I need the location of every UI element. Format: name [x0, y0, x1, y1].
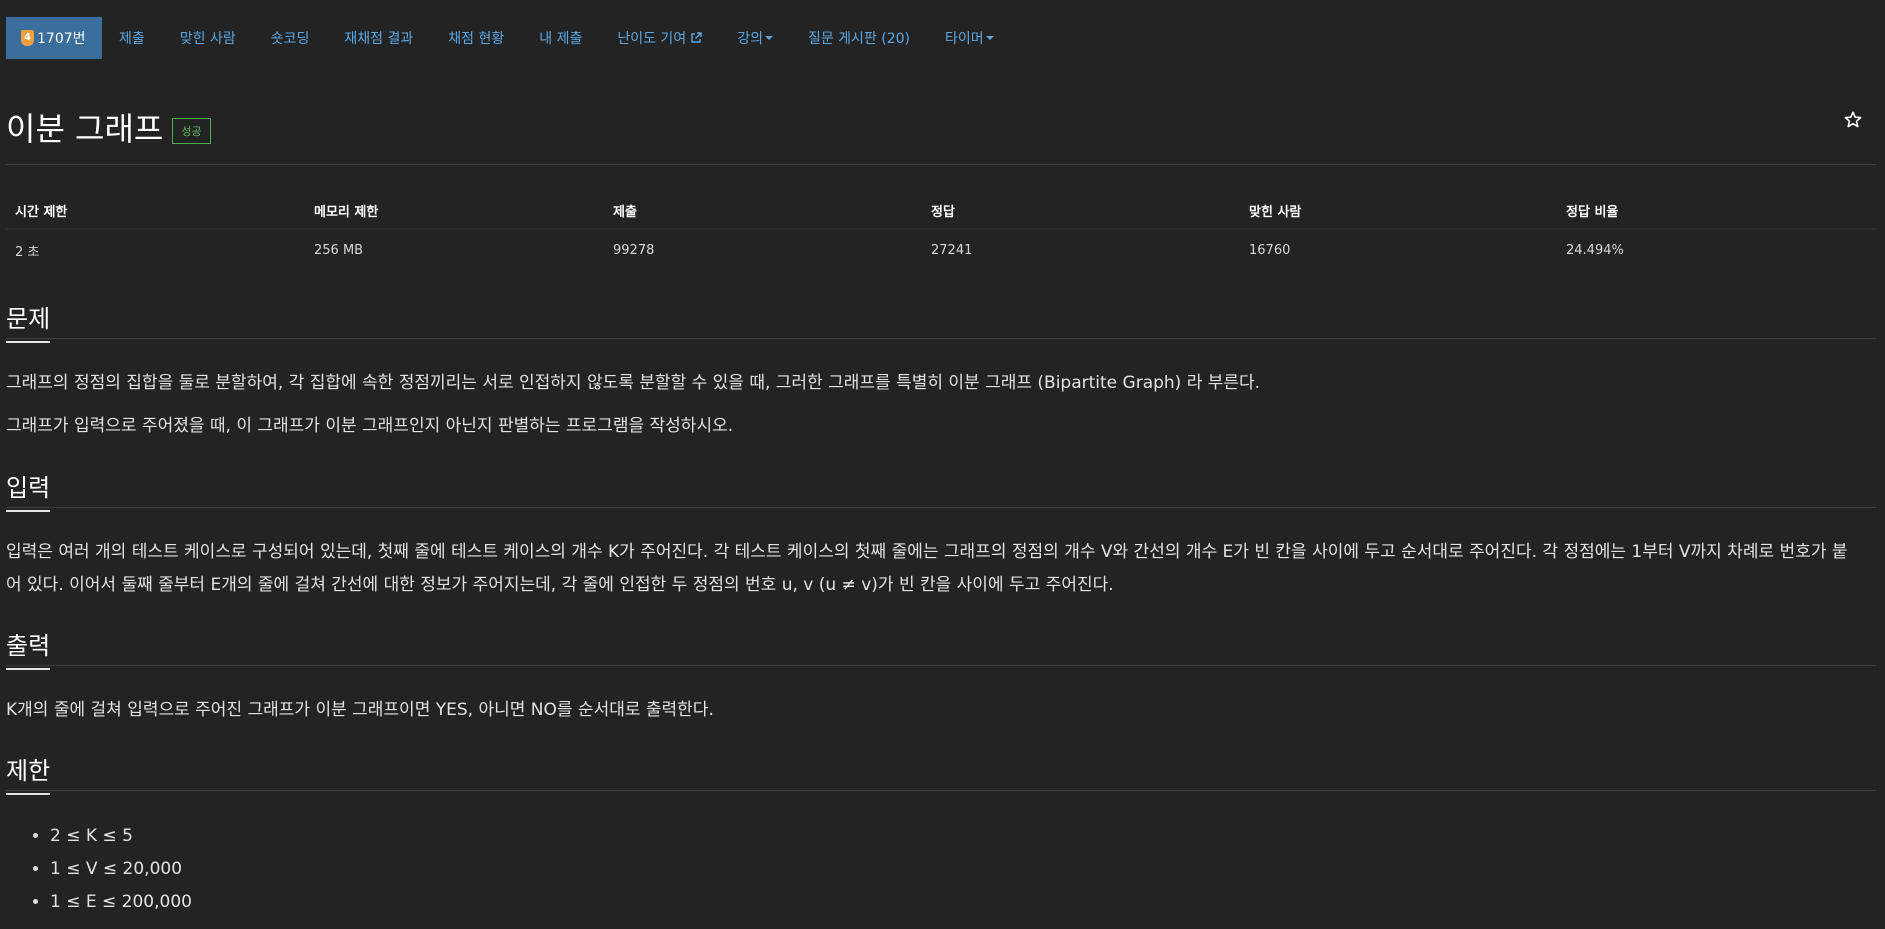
tab-lectures-dropdown[interactable]: 강의	[720, 17, 791, 59]
tab-label: 내 제출	[539, 31, 583, 47]
tab-problem[interactable]: 4 1707번	[6, 17, 102, 59]
input-line: 입력은 여러 개의 테스트 케이스로 구성되어 있는데, 첫째 줄에 테스트 케…	[6, 542, 1848, 562]
time-limit-value: 2 초	[15, 244, 40, 260]
tab-question-board[interactable]: 질문 게시판 (20)	[790, 17, 927, 59]
input-heading: 입력	[6, 468, 51, 512]
accepted-value: 27241	[931, 242, 973, 258]
header-memory-limit: 메모리 제한	[314, 204, 379, 220]
output-paragraph: K개의 줄에 걸쳐 입력으로 주어진 그래프가 이분 그래프이면 YES, 아니…	[6, 700, 714, 720]
star-icon[interactable]	[1843, 110, 1863, 130]
section-title: 입력	[6, 468, 51, 512]
header-time-limit: 시간 제한	[15, 204, 68, 220]
section-title: 출력	[6, 626, 51, 670]
divider	[6, 507, 1876, 508]
list-item: 1 ≤ V ≤ 20,000	[50, 853, 192, 886]
description-paragraph: 그래프의 정점의 집합을 둘로 분할하여, 각 집합에 속한 정점끼리는 서로 …	[6, 373, 1261, 393]
tab-label: 질문 게시판 (20)	[807, 31, 911, 47]
tab-rejudge-results[interactable]: 재채점 결과	[327, 17, 431, 59]
page-title: 이분 그래프	[6, 110, 164, 148]
table-row: 2 초 256 MB 99278 27241 16760 24.494%	[6, 230, 1876, 270]
tab-my-submissions[interactable]: 내 제출	[522, 17, 600, 59]
accept-ratio-value: 24.494%	[1566, 242, 1624, 258]
divider	[6, 164, 1876, 165]
table-header-row: 시간 제한 메모리 제한 제출 정답 맞힌 사람 정답 비율	[6, 192, 1876, 230]
header-submissions: 제출	[613, 204, 637, 220]
list-item: 1 ≤ E ≤ 200,000	[50, 886, 192, 919]
tier-badge-icon: 4	[21, 30, 34, 46]
caret-down-icon	[985, 36, 994, 40]
solved-users-value: 16760	[1249, 242, 1291, 258]
divider	[6, 790, 1876, 791]
description-heading: 문제	[6, 299, 51, 343]
tab-solved-users[interactable]: 맞힌 사람	[162, 17, 253, 59]
problem-info-table: 시간 제한 메모리 제한 제출 정답 맞힌 사람 정답 비율 2 초 256 M…	[6, 192, 1876, 270]
tab-label: 난이도 기여	[617, 31, 687, 47]
tab-label: 재채점 결과	[344, 31, 414, 47]
problem-number: 1707번	[37, 31, 86, 47]
problem-nav: 4 1707번 제출 맞힌 사람 숏코딩 재채점 결과 채점 현황 내 제출 난…	[6, 17, 1011, 59]
tab-label: 숏코딩	[270, 31, 310, 47]
page: 4 1707번 제출 맞힌 사람 숏코딩 재채점 결과 채점 현황 내 제출 난…	[0, 0, 1885, 929]
tab-short-coding[interactable]: 숏코딩	[253, 17, 327, 59]
status-badge: 성공	[172, 118, 211, 144]
input-line: 어 있다. 이어서 둘째 줄부터 E개의 줄에 걸쳐 간선에 대한 정보가 주어…	[6, 575, 1114, 595]
header-accepted: 정답	[931, 204, 955, 220]
tab-label: 채점 현황	[448, 31, 505, 47]
tab-label: 맞힌 사람	[179, 31, 236, 47]
divider	[6, 665, 1876, 666]
limits-list: 2 ≤ K ≤ 5 1 ≤ V ≤ 20,000 1 ≤ E ≤ 200,000	[6, 820, 192, 919]
output-heading: 출력	[6, 626, 51, 670]
input-paragraph: 입력은 여러 개의 테스트 케이스로 구성되어 있는데, 첫째 줄에 테스트 케…	[6, 536, 1872, 602]
divider	[6, 338, 1876, 339]
list-item: 2 ≤ K ≤ 5	[50, 820, 192, 853]
tab-label: 제출	[119, 31, 145, 47]
external-link-icon	[691, 32, 702, 43]
title-row: 이분 그래프 성공	[6, 104, 211, 150]
section-title: 제한	[6, 751, 51, 795]
tab-label: 강의	[737, 31, 763, 47]
section-title: 문제	[6, 299, 51, 343]
header-solved-users: 맞힌 사람	[1249, 204, 1302, 220]
tab-timer-dropdown[interactable]: 타이머	[928, 17, 1012, 59]
tab-submit[interactable]: 제출	[102, 17, 163, 59]
caret-down-icon	[764, 36, 773, 40]
submissions-value: 99278	[613, 242, 655, 258]
tab-label: 타이머	[945, 31, 984, 47]
tab-judge-status[interactable]: 채점 현황	[431, 17, 522, 59]
tab-difficulty-contribution[interactable]: 난이도 기여	[600, 17, 720, 59]
memory-limit-value: 256 MB	[314, 242, 364, 258]
header-accept-ratio: 정답 비율	[1566, 204, 1619, 220]
limits-heading: 제한	[6, 751, 51, 795]
description-paragraph: 그래프가 입력으로 주어졌을 때, 이 그래프가 이분 그래프인지 아닌지 판별…	[6, 416, 734, 436]
